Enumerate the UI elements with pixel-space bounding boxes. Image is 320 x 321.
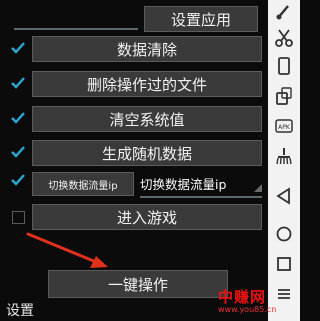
rotate-device-icon[interactable] — [274, 86, 294, 106]
menu-icon[interactable] — [274, 284, 294, 304]
svg-text:APK: APK — [278, 124, 291, 131]
paint-brush-icon[interactable] — [274, 2, 294, 22]
tool-sidebar: APK — [268, 0, 300, 321]
apk-icon[interactable]: APK — [274, 116, 294, 136]
scissors-icon[interactable] — [274, 28, 294, 48]
watermark-brand: 中赚网 — [218, 288, 267, 306]
watermark: 中赚网 www.you85.cn — [218, 286, 276, 316]
watermark-url: www.you85.cn — [218, 305, 277, 314]
back-icon[interactable] — [274, 186, 294, 206]
red-arrow-annotation — [26, 232, 108, 268]
home-icon[interactable] — [274, 224, 294, 244]
phone-icon[interactable] — [274, 56, 294, 76]
broom-icon[interactable] — [274, 146, 294, 166]
recents-icon[interactable] — [274, 254, 294, 274]
